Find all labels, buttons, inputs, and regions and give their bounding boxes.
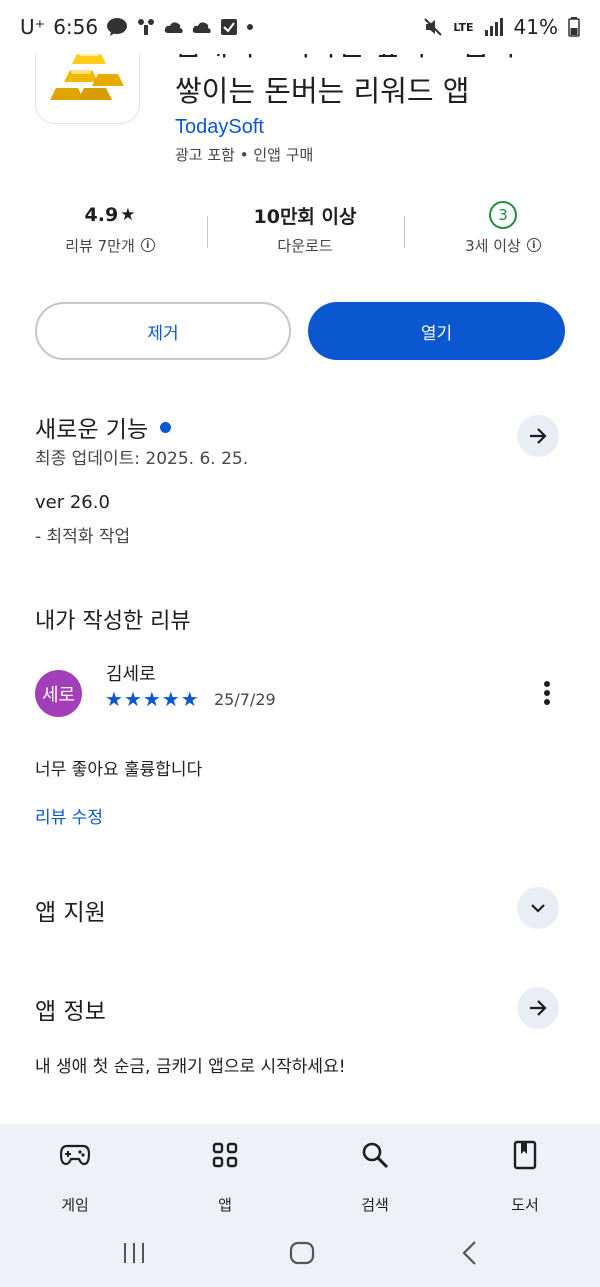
rating-value-row: 4.9 ★	[15, 198, 205, 232]
status-right: LTE 41%	[423, 15, 580, 39]
status-bar: U⁺ 6:56 LTE 41%	[0, 0, 600, 54]
battery-label: 41%	[513, 15, 558, 39]
edit-review-link[interactable]: 리뷰 수정	[35, 803, 103, 828]
dot-icon	[246, 23, 254, 31]
review-text: 너무 좋아요 훌륭합니다	[35, 760, 203, 780]
clock: 6:56	[53, 15, 99, 39]
star-icon: ★	[180, 687, 199, 711]
arrow-right-icon	[530, 1000, 547, 1016]
status-left: U⁺ 6:56	[20, 15, 254, 39]
app-support-title: 앱 지원	[35, 900, 106, 926]
age-rating-badge: 3	[489, 201, 517, 229]
search-icon	[320, 1138, 430, 1172]
info-icon: i	[140, 238, 155, 252]
my-review-title: 내가 작성한 리뷰	[35, 609, 191, 634]
rating-label-row: 리뷰 7만개 i	[15, 232, 205, 258]
chevron-down-icon	[531, 904, 545, 913]
network-label: LTE	[453, 20, 474, 34]
nav-search-label: 검색	[361, 1196, 389, 1214]
talk-icon	[106, 17, 128, 37]
last-updated: 최종 업데이트: 2025. 6. 25.	[35, 449, 249, 469]
more-options-button[interactable]	[535, 676, 559, 710]
recents-icon	[124, 1243, 144, 1263]
age-label: 3세 이상	[465, 236, 521, 255]
reviews-count: 리뷰 7만개	[65, 236, 135, 255]
star-icon: ★	[161, 687, 180, 711]
usb-icon	[136, 17, 156, 37]
whats-new-arrow-button[interactable]	[517, 415, 559, 457]
whats-new-title-row: 새로운 기능	[35, 410, 172, 444]
developer-link[interactable]: TodaySoft	[175, 116, 264, 139]
app-description: 내 생애 첫 순금, 금캐기 앱으로 시작하세요!	[35, 1057, 346, 1077]
home-icon	[289, 1241, 315, 1265]
info-icon: i	[526, 238, 541, 252]
version-text: ver 26.0	[35, 492, 110, 513]
nav-books-label: 도서	[511, 1196, 539, 1214]
stats-row: 4.9 ★ 리뷰 7만개 i 10만회 이상 다운로드 3 3세 이상 i	[0, 198, 600, 270]
recents-button[interactable]	[114, 1238, 154, 1268]
downloads-label: 다운로드	[277, 236, 333, 255]
system-nav-bar	[0, 1220, 600, 1287]
bottom-nav: 게임 앱 검색 도서	[0, 1124, 600, 1220]
nav-games[interactable]: 게임	[20, 1138, 130, 1215]
nav-games-label: 게임	[61, 1196, 89, 1214]
star-rating: ★ ★ ★ ★ ★	[105, 687, 199, 711]
book-icon	[470, 1138, 580, 1172]
uninstall-button[interactable]: 제거	[35, 302, 291, 360]
battery-icon	[568, 17, 580, 37]
back-icon	[462, 1241, 476, 1265]
nav-search[interactable]: 검색	[320, 1138, 430, 1215]
avatar: 세로	[35, 670, 82, 717]
app-info-title: 앱 정보	[35, 999, 106, 1025]
downloads-stat: 10만회 이상 다운로드	[210, 198, 400, 258]
mute-icon	[423, 17, 443, 37]
rating-stat[interactable]: 4.9 ★ 리뷰 7만개 i	[15, 198, 205, 258]
downloads-value: 10만회 이상	[253, 205, 357, 228]
app-info-arrow-button[interactable]	[517, 987, 559, 1029]
cloud-icon-2	[192, 20, 212, 34]
nav-apps-label: 앱	[218, 1196, 232, 1214]
home-button[interactable]	[282, 1238, 322, 1268]
reviewer-name: 김세로	[106, 664, 156, 685]
nav-apps[interactable]: 앱	[170, 1138, 280, 1215]
checkbox-icon	[220, 18, 238, 36]
rating-value: 4.9	[84, 204, 119, 226]
age-label-row: 3세 이상 i	[408, 232, 598, 258]
review-date: 25/7/29	[214, 690, 276, 709]
star-icon: ★	[142, 687, 161, 711]
carrier-label: U⁺	[20, 15, 46, 39]
app-support-expand-button[interactable]	[517, 887, 559, 929]
age-rating-stat[interactable]: 3 3세 이상 i	[408, 198, 598, 258]
back-button[interactable]	[450, 1238, 490, 1268]
whats-new-title: 새로운 기능	[35, 417, 149, 443]
star-icon: ★	[120, 205, 136, 225]
open-button[interactable]: 열기	[308, 302, 565, 360]
divider	[404, 216, 405, 248]
nav-books[interactable]: 도서	[470, 1138, 580, 1215]
arrow-right-icon	[530, 428, 547, 444]
star-icon: ★	[105, 687, 123, 711]
divider	[207, 216, 208, 248]
gamepad-icon	[20, 1138, 130, 1172]
app-meta: 광고 포함 • 인앱 구매	[175, 146, 314, 164]
apps-grid-icon	[170, 1138, 280, 1172]
new-indicator-dot	[160, 421, 172, 433]
star-icon: ★	[123, 687, 142, 711]
cloud-icon	[164, 20, 184, 34]
age-value-row: 3	[408, 198, 598, 232]
release-note: - 최적화 작업	[35, 527, 131, 547]
more-vert-icon	[544, 681, 550, 687]
signal-icon	[484, 18, 504, 36]
